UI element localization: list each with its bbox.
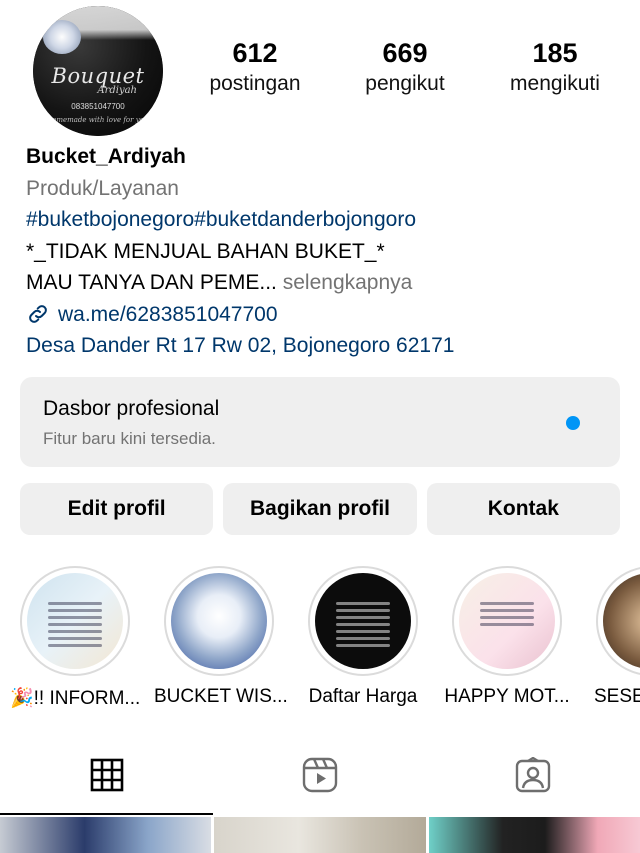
stat-posts[interactable]: 612 postingan	[200, 36, 310, 98]
post-thumbnail[interactable]	[214, 817, 426, 853]
tab-grid[interactable]	[0, 735, 214, 815]
highlight-label: SESE	[594, 686, 640, 707]
highlight-item[interactable]: 🎉!! INFORM...	[10, 566, 140, 710]
stat-following-label: mengikuti	[510, 72, 600, 95]
post-thumbnail[interactable]	[428, 817, 640, 853]
sese-highlight-icon	[603, 573, 640, 669]
story-highlights: 🎉!! INFORM... BUCKET WIS... Daftar Harga…	[0, 566, 640, 716]
highlight-item[interactable]: Daftar Harga	[298, 566, 428, 708]
stat-followers-label: pengikut	[365, 72, 445, 95]
share-profile-button[interactable]: Bagikan profil	[223, 483, 417, 535]
happy-highlight-icon	[459, 573, 555, 669]
contact-button[interactable]: Kontak	[426, 483, 620, 535]
notification-dot-icon	[566, 416, 580, 430]
bio-line-2-row: MAU TANYA DAN PEME... selengkapnya	[26, 267, 630, 299]
stat-following[interactable]: 185 mengikuti	[500, 36, 610, 98]
profile-category: Produk/Layanan	[26, 176, 179, 200]
highlight-label: BUCKET WIS...	[154, 686, 288, 707]
tab-tagged[interactable]	[427, 735, 640, 815]
see-more-link[interactable]: selengkapnya	[283, 271, 413, 294]
tagged-icon	[516, 757, 551, 793]
highlight-ring	[452, 566, 562, 676]
profile-action-buttons: Edit profil Bagikan profil Kontak	[20, 483, 620, 535]
profile-username: Bucket_Ardiyah	[26, 145, 186, 168]
post-grid	[0, 817, 640, 853]
bio-line-2: MAU TANYA DAN PEME...	[26, 271, 277, 294]
profile-address[interactable]: Desa Dander Rt 17 Rw 02, Bojonegoro 6217…	[26, 330, 630, 362]
stat-followers-value: 669	[382, 38, 428, 68]
reels-icon	[302, 757, 338, 793]
dashboard-subtitle: Fitur baru kini tersedia.	[43, 429, 216, 448]
post-thumbnail[interactable]	[0, 817, 212, 853]
profile-stats: 612 postingan 669 pengikut 185 mengikuti	[200, 36, 610, 98]
edit-profile-button[interactable]: Edit profil	[20, 483, 214, 535]
grid-icon	[90, 758, 123, 792]
highlight-ring	[308, 566, 418, 676]
dashboard-title: Dasbor profesional	[43, 397, 220, 420]
highlight-ring	[20, 566, 130, 676]
profile-link-row[interactable]: wa.me/6283851047700	[26, 299, 630, 331]
profile-hashtags[interactable]: #buketbojonegoro#buketdanderbojongoro	[26, 204, 630, 236]
avatar-phone-text: 083851047700	[71, 102, 125, 111]
avatar-tagline: homemade with love for you	[47, 116, 149, 124]
price-list-highlight-icon	[315, 573, 411, 669]
avatar-flower-decoration	[43, 20, 81, 54]
highlight-ring	[164, 566, 274, 676]
profile-bio: Bucket_Ardiyah Produk/Layanan #buketbojo…	[26, 141, 630, 362]
stat-posts-label: postingan	[209, 72, 301, 95]
profile-avatar[interactable]: Bouquet Ardiyah 083851047700 homemade wi…	[33, 6, 163, 136]
highlight-item[interactable]: HAPPY MOT...	[442, 566, 572, 708]
professional-dashboard-card[interactable]: Dasbor profesional Fitur baru kini terse…	[20, 377, 620, 467]
highlight-item[interactable]: BUCKET WIS...	[154, 566, 288, 708]
stat-posts-value: 612	[232, 38, 278, 68]
profile-link[interactable]: wa.me/6283851047700	[58, 299, 278, 331]
highlight-label: Daftar Harga	[308, 686, 418, 707]
highlight-ring	[596, 566, 640, 676]
stat-following-value: 185	[532, 38, 578, 68]
profile-tabs	[0, 735, 640, 815]
bucket-highlight-icon	[171, 573, 267, 669]
bio-line-1: *_TIDAK MENJUAL BAHAN BUKET_*	[26, 239, 385, 263]
highlight-label: HAPPY MOT...	[444, 686, 570, 707]
link-icon	[29, 305, 47, 324]
info-highlight-icon	[27, 573, 123, 669]
highlight-item[interactable]: SESE	[586, 566, 640, 708]
avatar-sub-text: Ardiyah	[97, 85, 137, 96]
stat-followers[interactable]: 669 pengikut	[355, 36, 455, 98]
tab-reels[interactable]	[213, 735, 426, 815]
highlight-label: 🎉!! INFORM...	[10, 688, 141, 709]
